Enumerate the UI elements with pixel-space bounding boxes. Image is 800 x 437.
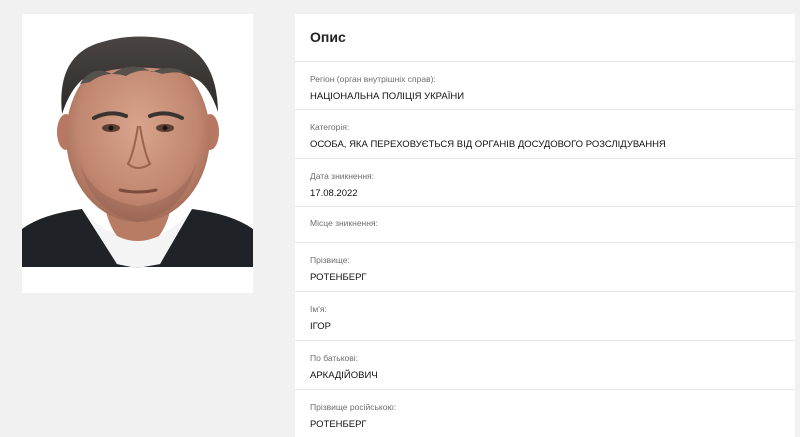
field-label-patronymic: По батькові: — [310, 353, 359, 363]
field-value-category: ОСОБА, ЯКА ПЕРЕХОВУЄТЬСЯ ВІД ОРГАНІВ ДОС… — [310, 139, 666, 150]
field-value-date: 17.08.2022 — [310, 188, 358, 199]
field-value-name: ІГОР — [310, 321, 331, 332]
field-value-region: НАЦІОНАЛЬНА ПОЛІЦІЯ УКРАЇНИ — [310, 91, 465, 102]
field-label-name: Ім'я: — [310, 304, 327, 314]
field-label-region: Регіон (орган внутрішніх справ): — [310, 74, 436, 84]
page: Опис Регіон (орган внутрішніх справ): НА… — [0, 0, 800, 437]
person-portrait-image — [22, 14, 253, 293]
field-first-name: Ім'я: ІГОР — [295, 292, 795, 341]
field-surname: Прізвище: РОТЕНБЕРГ — [295, 243, 795, 292]
description-card: Опис Регіон (орган внутрішніх справ): НА… — [295, 14, 795, 437]
field-value-surname: РОТЕНБЕРГ — [310, 272, 367, 283]
field-label-date: Дата зникнення: — [310, 171, 375, 181]
field-value-patronymic: АРКАДІЙОВИЧ — [310, 370, 378, 381]
card-title: Опис — [295, 14, 795, 62]
field-label-category: Категорія: — [310, 122, 350, 132]
field-category: Категорія: ОСОБА, ЯКА ПЕРЕХОВУЄТЬСЯ ВІД … — [295, 110, 795, 159]
field-label-surname-russian: Прізвище російською: — [310, 402, 397, 412]
field-region: Регіон (орган внутрішніх справ): НАЦІОНА… — [295, 62, 795, 110]
field-patronymic: По батькові: АРКАДІЙОВИЧ — [295, 341, 795, 390]
field-disappearance-date: Дата зникнення: 17.08.2022 — [295, 159, 795, 207]
person-photo — [22, 14, 253, 293]
field-surname-russian: Прізвище російською: РОТЕНБЕРГ — [295, 390, 795, 437]
field-label-surname: Прізвище: — [310, 255, 350, 265]
field-value-surname-russian: РОТЕНБЕРГ — [310, 419, 367, 430]
field-disappearance-place: Місце зникнення: — [295, 207, 795, 243]
field-label-place: Місце зникнення: — [310, 218, 378, 228]
